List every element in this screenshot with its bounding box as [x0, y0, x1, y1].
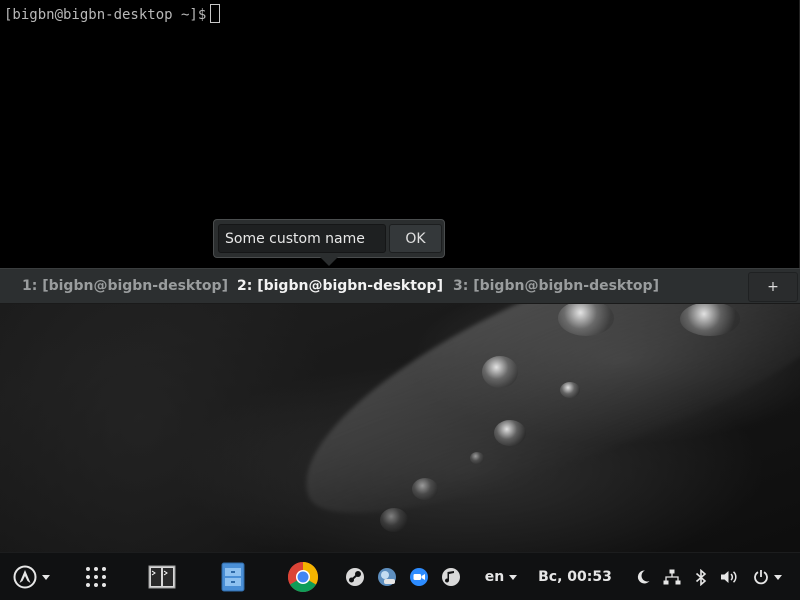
power-icon: [753, 570, 768, 585]
tab-name-input[interactable]: [218, 224, 386, 253]
file-manager-launcher[interactable]: [216, 553, 250, 600]
file-manager-icon: [221, 562, 245, 592]
steam-icon: [346, 568, 364, 586]
power-menu-button[interactable]: [746, 553, 788, 600]
network-icon: [663, 569, 681, 585]
tab-1[interactable]: 1: [bigbn@bigbn-desktop]: [22, 269, 228, 304]
water-drop: [412, 478, 438, 500]
night-light-indicator[interactable]: [632, 553, 654, 600]
terminal-cursor: [210, 4, 221, 23]
tab-3[interactable]: 3: [bigbn@bigbn-desktop]: [453, 269, 659, 304]
weather-icon: [378, 568, 396, 586]
apps-grid-icon: [86, 567, 106, 587]
keyboard-layout-label: en: [484, 569, 505, 585]
water-drop: [558, 300, 614, 336]
audio-icon: [442, 568, 460, 586]
keyboard-layout-selector[interactable]: en: [481, 553, 521, 600]
zoom-icon: [410, 568, 428, 586]
water-drop: [680, 302, 740, 336]
clock[interactable]: Вс, 00:53: [538, 553, 612, 600]
water-drop: [560, 382, 580, 398]
water-drop: [482, 356, 518, 388]
chevron-down-icon: [773, 574, 782, 580]
terminal-prompt: [bigbn@bigbn-desktop ~]$: [4, 4, 221, 23]
bottom-panel: en Вс, 00:53: [0, 552, 800, 600]
ok-button[interactable]: OK: [389, 224, 442, 253]
prompt-text: [bigbn@bigbn-desktop ~]$: [4, 7, 207, 23]
chevron-down-icon: [41, 574, 50, 580]
add-tab-button[interactable]: +: [748, 272, 798, 302]
water-drop: [470, 452, 484, 464]
audio-tray[interactable]: [439, 553, 463, 600]
chrome-launcher[interactable]: [284, 553, 322, 600]
terminal-launcher[interactable]: [144, 553, 180, 600]
chrome-icon: [287, 562, 319, 593]
terminal-icon: [148, 565, 176, 589]
arch-logo-icon: [13, 565, 36, 589]
rename-tab-popover: OK: [213, 219, 445, 258]
terminal-tab-bar: 1: [bigbn@bigbn-desktop] 2: [bigbn@bigbn…: [0, 268, 800, 304]
volume-icon: [721, 571, 737, 583]
night-light-icon: [637, 570, 650, 584]
chevron-down-icon: [509, 574, 518, 580]
popover-arrow: [320, 257, 338, 266]
app-menu-button[interactable]: [10, 553, 52, 600]
show-apps-button[interactable]: [78, 553, 114, 600]
steam-tray[interactable]: [343, 553, 367, 600]
bluetooth-icon: [695, 568, 707, 586]
network-indicator[interactable]: [661, 553, 683, 600]
tab-2[interactable]: 2: [bigbn@bigbn-desktop]: [237, 269, 443, 304]
bluetooth-indicator[interactable]: [691, 553, 711, 600]
volume-indicator[interactable]: [717, 553, 741, 600]
water-drop: [380, 508, 408, 532]
zoom-tray[interactable]: [407, 553, 431, 600]
clock-label: Вс, 00:53: [538, 569, 612, 585]
water-drop: [494, 420, 526, 446]
weather-tray[interactable]: [375, 553, 399, 600]
